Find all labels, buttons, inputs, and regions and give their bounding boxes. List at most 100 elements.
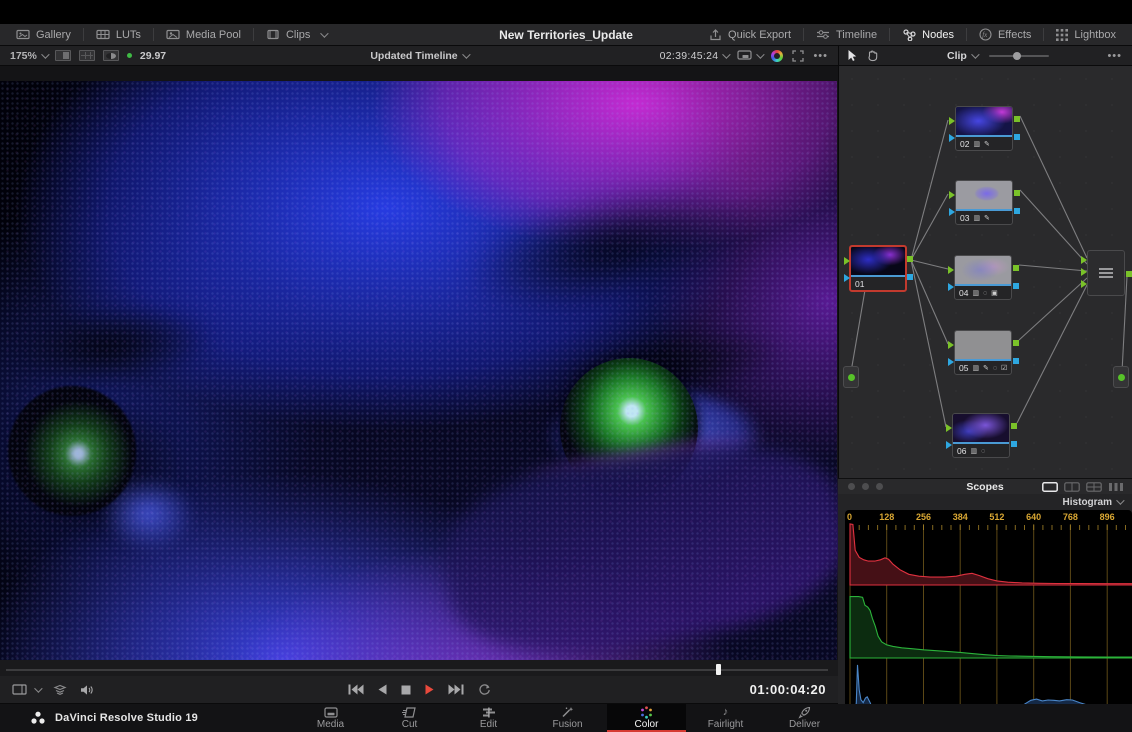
rgb-output-connector[interactable] — [1013, 265, 1019, 271]
rgb-input-connector[interactable] — [844, 257, 850, 265]
scopes-title: Scopes — [838, 481, 1132, 493]
key-output-connector[interactable] — [1013, 358, 1019, 364]
gallery-icon — [16, 29, 30, 40]
play-reverse-button[interactable] — [378, 684, 387, 695]
key-input-connector[interactable] — [946, 441, 952, 449]
color-node-05[interactable]: 05▥ ✎ ◌ ☑ — [954, 330, 1012, 375]
key-input-connector[interactable] — [948, 283, 954, 291]
media-pool-label: Media Pool — [186, 29, 241, 41]
expand-viewer-icon[interactable] — [792, 50, 804, 62]
go-to-last-frame-button[interactable] — [448, 684, 464, 695]
tab-fusion[interactable]: Fusion — [528, 704, 607, 732]
key-input-connector[interactable] — [844, 274, 850, 282]
key-output-connector[interactable] — [1014, 134, 1020, 140]
svg-text:384: 384 — [953, 512, 968, 522]
mixer-input-connector[interactable] — [1081, 268, 1087, 276]
rgb-input-connector[interactable] — [946, 424, 952, 432]
svg-text:768: 768 — [1063, 512, 1078, 522]
mixer-input-connector[interactable] — [1081, 280, 1087, 288]
stop-button[interactable] — [401, 685, 411, 695]
svg-text:0: 0 — [847, 512, 852, 522]
rgb-input-connector[interactable] — [948, 266, 954, 274]
rgb-input-connector[interactable] — [949, 117, 955, 125]
single-viewer-icon[interactable] — [55, 50, 71, 61]
scope-mode-selector[interactable]: Histogram — [838, 494, 1132, 510]
slider-thumb[interactable] — [1013, 52, 1021, 60]
jog-bar[interactable] — [0, 660, 838, 676]
node-graph[interactable]: 01 02▥ ✎ 03▥ ✎ 04▥ ◌ ▣ 05▥ ✎ ◌ ☑ 06 ▥ ◌ — [838, 66, 1132, 478]
tab-media[interactable]: Media — [291, 704, 370, 732]
mixer-output-connector[interactable] — [1126, 271, 1132, 277]
lightbox-button[interactable]: Lightbox — [1050, 24, 1122, 45]
node-view-label: Clip — [947, 50, 967, 62]
effects-button[interactable]: fx Effects — [973, 24, 1037, 45]
final-output-node[interactable] — [1113, 366, 1129, 388]
color-trace-icon[interactable] — [771, 50, 783, 62]
source-input-node[interactable] — [843, 366, 859, 388]
viewer-options-menu[interactable]: ••• — [813, 50, 828, 62]
node-zoom-slider[interactable] — [989, 55, 1049, 57]
node-number: 01 — [855, 279, 864, 289]
color-viewer[interactable] — [0, 66, 838, 660]
clips-button[interactable]: Clips — [260, 24, 332, 45]
rgb-output-connector[interactable] — [1014, 190, 1020, 196]
rgb-input-connector[interactable] — [948, 341, 954, 349]
rgb-output-connector[interactable] — [1013, 340, 1019, 346]
color-node-02[interactable]: 02▥ ✎ — [955, 106, 1013, 151]
color-node-06[interactable]: 06 ▥ ◌ — [952, 413, 1010, 458]
node-badge-icons: ▥ ◌ — [970, 447, 986, 455]
key-output-connector[interactable] — [1011, 441, 1017, 447]
node-panel-options-menu[interactable]: ••• — [1107, 50, 1122, 62]
rgb-output-connector[interactable] — [1011, 423, 1017, 429]
quick-export-button[interactable]: Quick Export — [703, 24, 797, 45]
loop-playback-button[interactable] — [478, 684, 491, 696]
node-badge-icons: ▥ ✎ ◌ ☑ — [972, 364, 1008, 372]
tab-cut[interactable]: Cut — [370, 704, 449, 732]
svg-text:640: 640 — [1026, 512, 1041, 522]
color-node-01[interactable]: 01 — [849, 245, 907, 292]
rgb-input-connector[interactable] — [949, 191, 955, 199]
key-output-connector[interactable] — [1013, 283, 1019, 289]
timeline-button[interactable]: Timeline — [810, 24, 883, 45]
node-thumbnail — [956, 181, 1012, 211]
luts-button[interactable]: LUTs — [90, 24, 147, 45]
tab-label: Color — [635, 719, 659, 730]
chevron-down-icon — [41, 50, 49, 58]
tab-edit[interactable]: Edit — [449, 704, 528, 732]
gallery-button[interactable]: Gallery — [10, 24, 77, 45]
gallery-label: Gallery — [36, 29, 71, 41]
node-badge-icons: ▥ ✎ — [973, 140, 990, 148]
key-input-connector[interactable] — [949, 134, 955, 142]
nodes-icon — [902, 29, 916, 41]
rgb-output-connector[interactable] — [1014, 116, 1020, 122]
node-thumbnail — [955, 256, 1011, 286]
key-input-connector[interactable] — [948, 358, 954, 366]
tab-fairlight[interactable]: ♪ Fairlight — [686, 704, 765, 732]
layer-mixer-node[interactable] — [1087, 250, 1125, 296]
hand-tool-icon[interactable] — [866, 49, 879, 62]
rgb-output-connector[interactable] — [907, 256, 913, 262]
viewer-timecode-dropdown[interactable]: 02:39:45:24 — [660, 50, 729, 62]
nodes-button[interactable]: Nodes — [896, 24, 960, 45]
key-output-connector[interactable] — [907, 274, 913, 280]
color-node-03[interactable]: 03▥ ✎ — [955, 180, 1013, 225]
play-button[interactable] — [425, 684, 434, 695]
key-input-connector[interactable] — [949, 208, 955, 216]
key-output-connector[interactable] — [1014, 208, 1020, 214]
tab-deliver[interactable]: Deliver — [765, 704, 844, 732]
separator — [803, 28, 804, 41]
zoom-level-dropdown[interactable]: 175% — [10, 50, 47, 62]
tab-color[interactable]: Color — [607, 704, 686, 732]
playhead[interactable] — [716, 664, 721, 675]
monitor-output-button[interactable] — [737, 50, 762, 61]
image-wipe-icon[interactable] — [103, 50, 119, 61]
node-view-selector[interactable]: Clip — [947, 50, 977, 62]
jog-track[interactable] — [6, 669, 828, 671]
color-node-04[interactable]: 04▥ ◌ ▣ — [954, 255, 1012, 300]
node-number: 06 — [957, 446, 966, 456]
media-pool-button[interactable]: Media Pool — [160, 24, 247, 45]
mixer-input-connector[interactable] — [1081, 256, 1087, 264]
split-screen-icon[interactable] — [79, 50, 95, 61]
go-to-first-frame-button[interactable] — [348, 684, 364, 695]
pointer-tool-icon[interactable] — [847, 49, 858, 62]
